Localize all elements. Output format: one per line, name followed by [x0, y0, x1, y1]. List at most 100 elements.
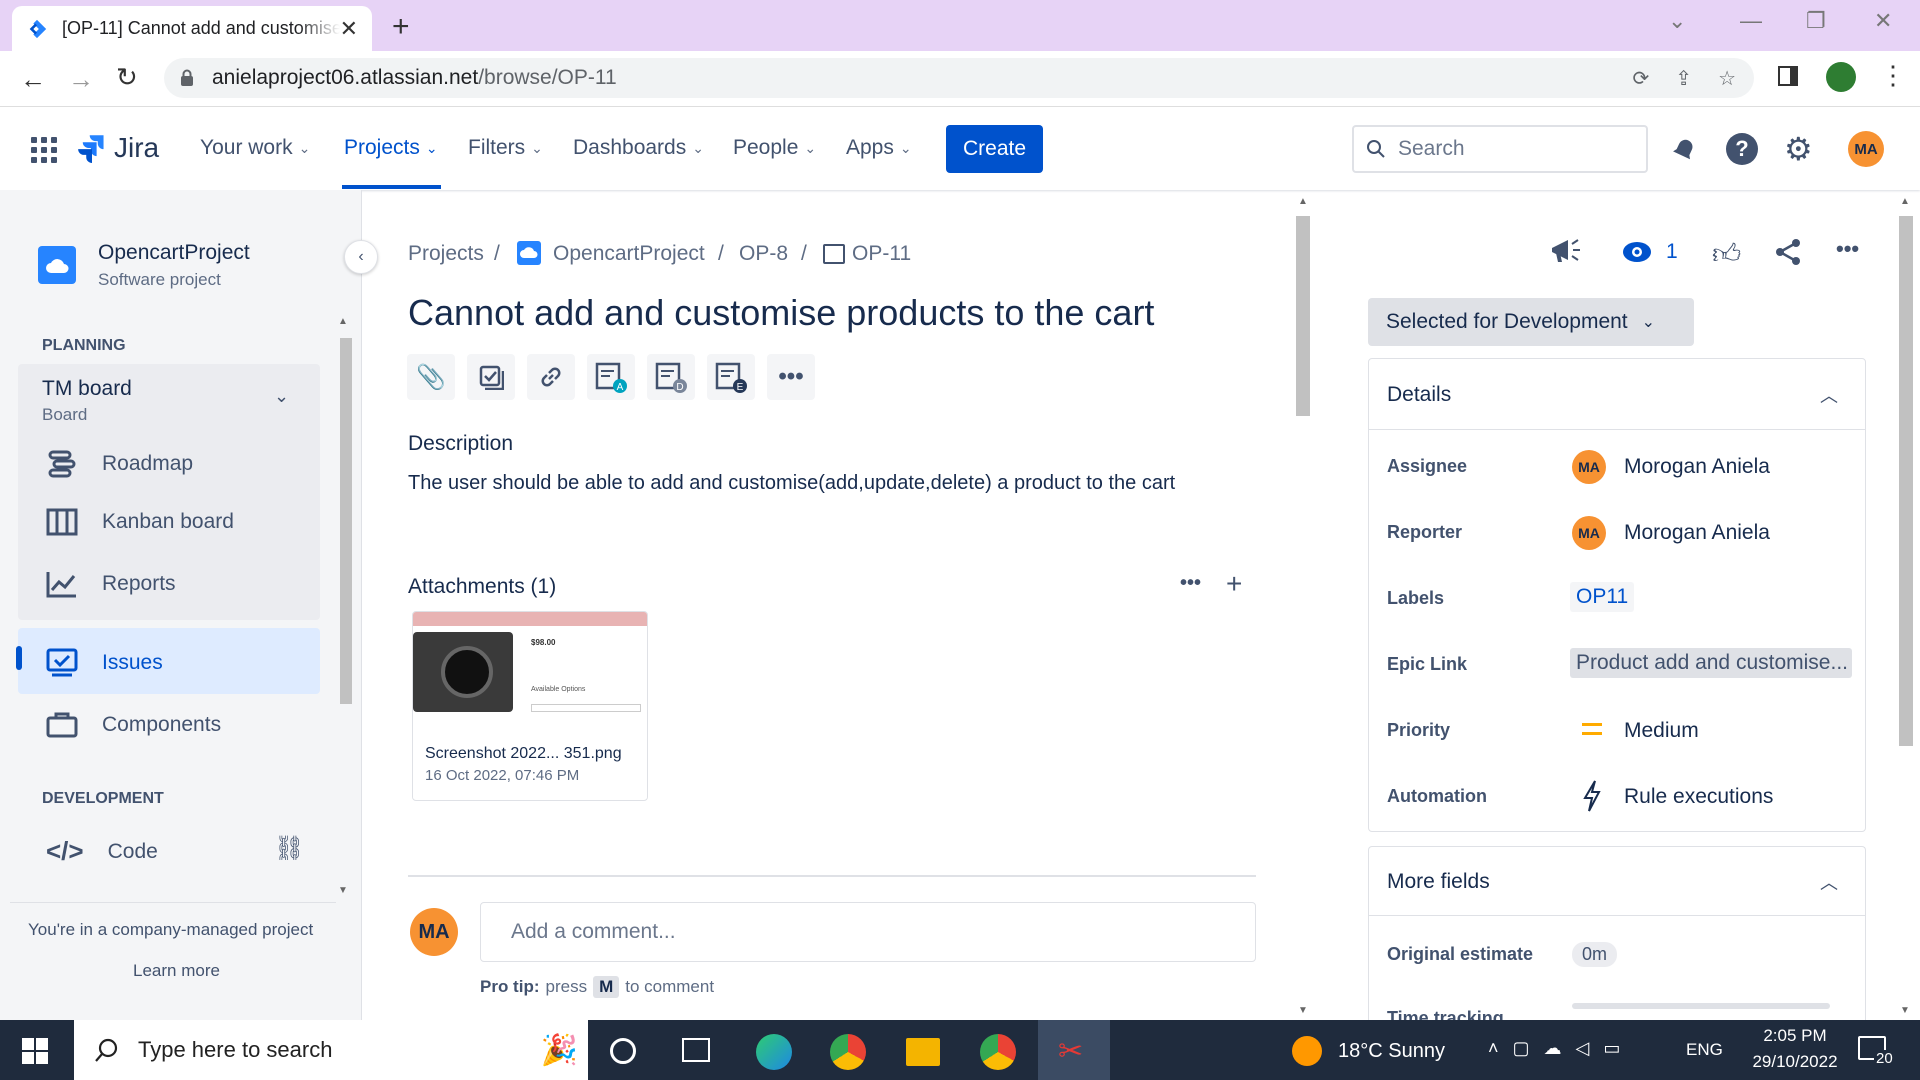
issues-icon [46, 648, 78, 678]
board-name[interactable]: TM board [42, 377, 132, 401]
nav-projects[interactable]: Projects ⌄ [344, 136, 438, 160]
user-avatar[interactable]: MA [1848, 131, 1884, 167]
reporter-value[interactable]: Morogan Aniela [1624, 521, 1770, 545]
feedback-megaphone-icon[interactable] [1548, 236, 1582, 266]
file-explorer-icon[interactable] [906, 1038, 940, 1066]
description-text[interactable]: The user should be able to add and custo… [408, 472, 1175, 495]
chrome-icon[interactable] [830, 1034, 866, 1070]
automation-value[interactable]: Rule executions [1624, 785, 1773, 809]
breadcrumb-parent[interactable]: OP-8 [739, 242, 788, 266]
collapse-details-icon[interactable]: ︿ [1820, 382, 1838, 408]
window-close-icon[interactable]: ✕ [1874, 8, 1892, 34]
development-heading: DEVELOPMENT [42, 790, 164, 807]
edge-browser-icon[interactable] [756, 1034, 792, 1070]
issue-more-icon[interactable]: ••• [1836, 236, 1859, 262]
restore-icon[interactable]: ❐ [1806, 8, 1826, 34]
app-e-button[interactable]: E [707, 354, 755, 400]
help-icon[interactable]: ? [1726, 133, 1758, 165]
breadcrumb-issue[interactable]: OP-11 [852, 242, 911, 266]
breadcrumb-projects[interactable]: Projects [408, 242, 484, 266]
learn-more-link[interactable]: Learn more [133, 961, 220, 981]
create-button[interactable]: Create [946, 125, 1043, 173]
share-icon[interactable]: ⇪ [1675, 66, 1692, 91]
nav-dashboards[interactable]: Dashboards ⌄ [573, 136, 704, 160]
priority-value[interactable]: Medium [1624, 719, 1699, 743]
address-bar[interactable]: anielaproject06.atlassian.net/browse/OP-… [164, 58, 1754, 98]
assignee-value[interactable]: Morogan Aniela [1624, 455, 1770, 479]
breadcrumb-project[interactable]: OpencartProject [553, 242, 705, 266]
nav-people[interactable]: People ⌄ [733, 136, 816, 160]
panel-scrollbar[interactable]: ▲ ▼ [1896, 196, 1916, 1016]
status-dropdown[interactable]: Selected for Development ⌄ [1368, 298, 1694, 346]
share-icon[interactable] [1774, 238, 1802, 266]
task-view-icon[interactable] [682, 1038, 710, 1062]
nav-your-work[interactable]: Your work ⌄ [200, 136, 310, 160]
add-attachment-icon[interactable]: + [1226, 568, 1242, 600]
breadcrumb-separator: / [801, 242, 807, 265]
app-d-button[interactable]: D [647, 354, 695, 400]
board-chevron-down-icon[interactable]: ⌄ [274, 386, 289, 407]
profile-avatar-icon[interactable] [1826, 62, 1856, 92]
reload-icon[interactable]: ↻ [116, 62, 138, 93]
sidebar-item-roadmap[interactable]: Roadmap [46, 448, 193, 480]
chevron-down-icon: ⌄ [298, 139, 311, 156]
roadmap-icon [46, 448, 78, 480]
label-tag[interactable]: OP11 [1570, 582, 1635, 612]
epic-link-lozenge[interactable]: Product add and customise... [1570, 648, 1852, 678]
back-icon[interactable]: ← [20, 64, 46, 95]
thumbs-up-icon[interactable]: 👍︎ [1712, 237, 1741, 271]
add-child-button[interactable] [467, 354, 515, 400]
attachments-more-icon[interactable]: ••• [1180, 572, 1201, 595]
watch-button[interactable]: 1 [1622, 240, 1678, 264]
jira-logo[interactable]: Jira [78, 132, 159, 164]
system-tray-icons[interactable]: ˄▢☁◁▭ [1488, 1038, 1634, 1059]
main-scrollbar[interactable]: ▲ ▼ [1294, 196, 1312, 1016]
sidebar-item-kanban-board[interactable]: Kanban board [46, 508, 234, 536]
nav-apps[interactable]: Apps ⌄ [846, 136, 912, 160]
weather-text[interactable]: 18°C Sunny [1338, 1040, 1445, 1063]
sidebar-item-code[interactable]: </> Code [46, 836, 158, 867]
search-input[interactable]: Search [1352, 125, 1648, 173]
new-tab-icon[interactable]: + [392, 10, 410, 44]
link-off-icon[interactable]: ⛓ [274, 834, 304, 863]
windows-start-icon[interactable] [22, 1038, 48, 1064]
side-panel-icon[interactable] [1778, 66, 1798, 86]
close-tab-icon[interactable]: ✕ [340, 16, 358, 42]
comment-input[interactable]: Add a comment... [480, 902, 1256, 962]
sidebar-item-reports[interactable]: Reports [46, 570, 176, 598]
app-switcher-icon[interactable] [30, 136, 58, 164]
taskbar-search[interactable]: Type here to search 🎉 [74, 1020, 588, 1080]
lightning-bolt-icon [1582, 780, 1602, 812]
bookmark-star-icon[interactable]: ☆ [1718, 66, 1736, 91]
chrome-profile-icon[interactable] [980, 1034, 1016, 1070]
language-indicator[interactable]: ENG [1686, 1040, 1723, 1060]
tab-search-icon[interactable]: ⌄ [1668, 8, 1686, 34]
browser-menu-icon[interactable]: ⋮ [1880, 60, 1906, 91]
attachment-card[interactable]: $98.00 Available Options Screenshot 2022… [412, 611, 648, 801]
collapse-sidebar-button[interactable]: ‹ [344, 240, 378, 274]
forward-icon[interactable]: → [68, 64, 94, 95]
sidebar-item-issues[interactable]: Issues [46, 648, 163, 678]
issue-title[interactable]: Cannot add and customise products to the… [408, 292, 1154, 334]
settings-gear-icon[interactable]: ⚙ [1784, 130, 1813, 168]
cortana-icon[interactable] [610, 1038, 636, 1064]
notifications-icon[interactable] [1670, 136, 1698, 164]
clock-time[interactable]: 2:05 PM [1750, 1026, 1840, 1046]
app-a-button[interactable]: A [587, 354, 635, 400]
clock-date[interactable]: 29/10/2022 [1732, 1052, 1858, 1072]
attach-button[interactable]: 📎 [407, 354, 455, 400]
nav-filters[interactable]: Filters ⌄ [468, 136, 543, 160]
translate-icon[interactable]: ⟳ [1633, 66, 1650, 91]
original-estimate-value[interactable]: 0m [1572, 942, 1618, 967]
snipping-tool-icon[interactable]: ✂ [1058, 1034, 1083, 1069]
sidebar-scrollbar[interactable]: ▲ ▼ [338, 316, 354, 896]
attachment-filename: Screenshot 2022... 351.png [425, 745, 622, 762]
link-issue-button[interactable] [527, 354, 575, 400]
minimize-icon[interactable]: — [1740, 8, 1762, 34]
subtask-icon [823, 244, 845, 264]
more-actions-icon[interactable]: ••• [767, 354, 815, 400]
browser-tab[interactable]: [OP-11] Cannot add and customise product… [12, 6, 372, 51]
project-name[interactable]: OpencartProject [98, 241, 250, 265]
collapse-more-fields-icon[interactable]: ︿ [1820, 869, 1838, 895]
sidebar-item-components[interactable]: Components [46, 712, 221, 738]
